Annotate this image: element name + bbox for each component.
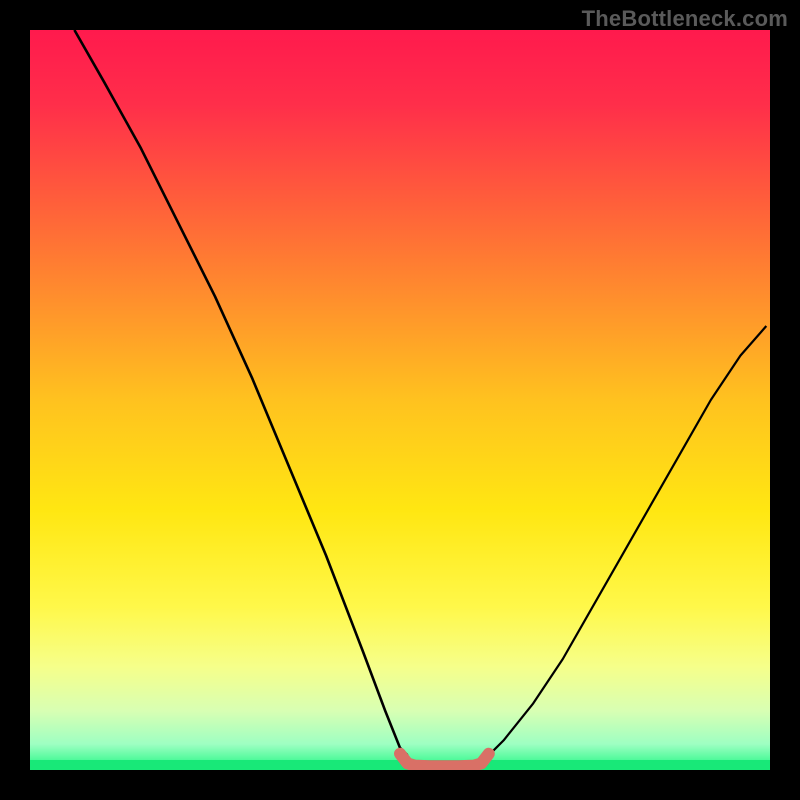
chart-frame: TheBottleneck.com [0,0,800,800]
plot-area [30,30,770,770]
watermark-text: TheBottleneck.com [582,6,788,32]
chart-canvas [30,30,770,770]
gradient-background [30,30,770,770]
